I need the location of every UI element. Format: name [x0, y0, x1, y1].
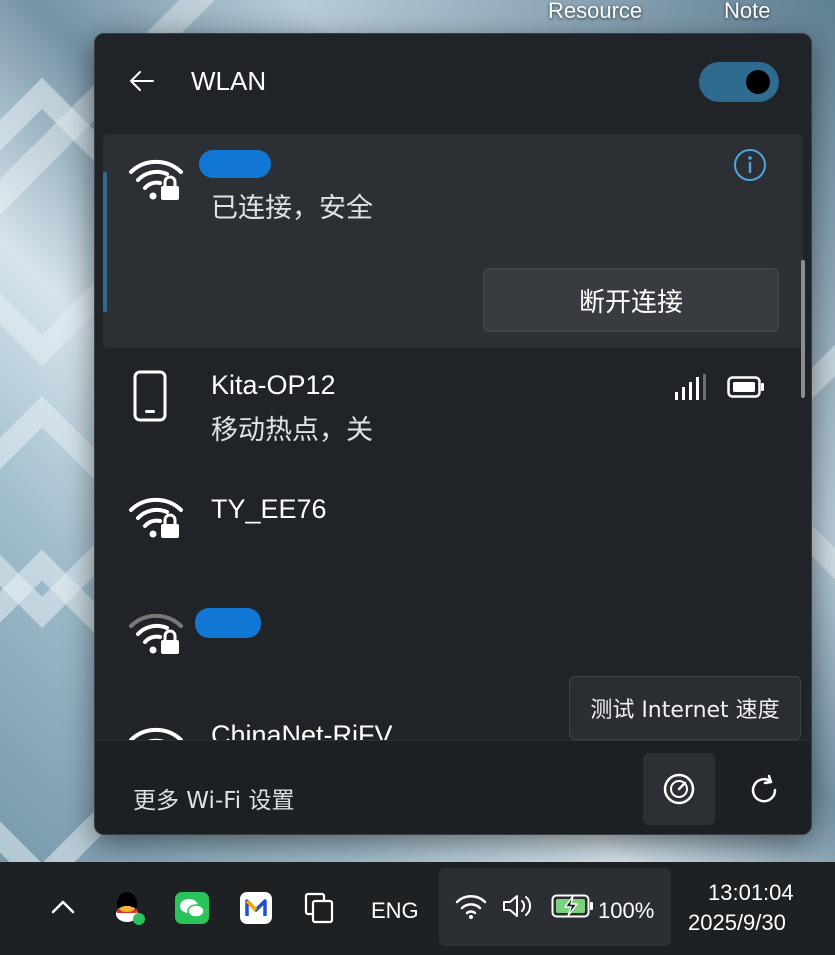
wechat-icon[interactable] [175, 892, 209, 924]
selection-accent [103, 172, 107, 312]
network-name: ChinaNet-RiFV [211, 720, 393, 740]
desktop-label-note[interactable]: Note [724, 0, 770, 24]
network-item-hotspot[interactable]: Kita-OP12 移动热点，关 [103, 360, 803, 456]
redacted-network-name [199, 150, 271, 178]
volume-icon [503, 895, 532, 917]
battery-icon [727, 376, 764, 398]
wifi-secure-icon [129, 159, 183, 200]
desktop-label-resource[interactable]: Resource [548, 0, 642, 24]
network-item-ty-ee76[interactable]: TY_EE76 [103, 484, 803, 554]
network-name: Kita-OP12 [211, 370, 336, 400]
task-view-icon[interactable] [304, 892, 334, 924]
disconnect-button[interactable]: 断开连接 [483, 268, 779, 332]
wifi-secure-icon [129, 497, 183, 538]
more-wifi-settings-link[interactable]: 更多 Wi-Fi 设置 [133, 781, 295, 815]
speed-test-tooltip: 测试 Internet 速度 [569, 676, 801, 740]
wifi-toggle[interactable] [699, 62, 779, 102]
network-list: 已连接，安全 断开连接 Kita-OP12 移动热点，关 TY_EE76 Chi… [95, 134, 811, 740]
panel-footer: 更多 Wi-Fi 设置 [95, 740, 811, 834]
redacted-network-name [195, 608, 261, 638]
mail-app-icon[interactable] [240, 892, 272, 924]
speedometer-icon [663, 773, 695, 805]
network-status: 移动热点，关 [211, 415, 373, 446]
refresh-icon [751, 774, 777, 803]
back-arrow-icon[interactable] [127, 66, 157, 96]
show-hidden-icons-chevron-icon[interactable] [50, 898, 76, 916]
wifi-icon [129, 727, 183, 740]
phone-icon [133, 370, 167, 422]
internet-speed-test-button[interactable] [643, 753, 715, 825]
battery-percentage: 100% [598, 898, 655, 923]
network-status: 已连接，安全 [211, 193, 373, 224]
wifi-secure-icon [129, 613, 183, 654]
wifi-icon [455, 895, 487, 919]
clock-time[interactable]: 13:01:04 [708, 880, 794, 906]
network-item-connected[interactable]: 已连接，安全 断开连接 [103, 134, 803, 348]
clock-date[interactable]: 2025/9/30 [688, 910, 786, 936]
input-language-indicator[interactable]: ENG [371, 898, 419, 924]
refresh-button[interactable] [727, 753, 799, 825]
qq-icon[interactable] [112, 890, 146, 926]
panel-title: WLAN [191, 66, 267, 96]
network-name: TY_EE76 [211, 494, 327, 524]
network-item-redacted[interactable] [103, 600, 803, 670]
battery-charging-icon [551, 894, 593, 918]
signal-bars-icon [675, 374, 706, 400]
taskbar: ENG 100% 13:01:04 2025/9/30 [0, 862, 835, 955]
info-icon[interactable] [733, 148, 767, 182]
panel-header: WLAN [95, 34, 811, 130]
